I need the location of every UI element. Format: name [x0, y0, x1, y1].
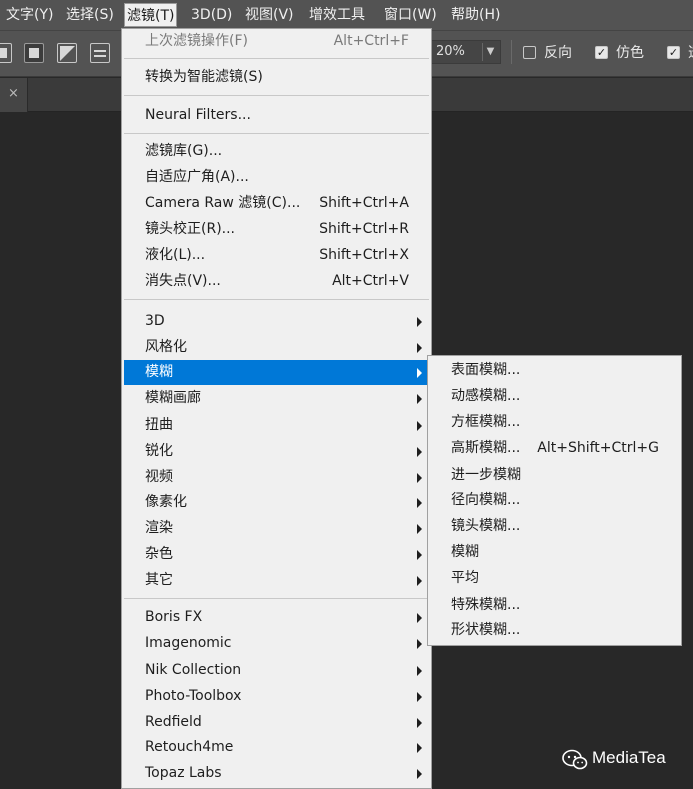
reverse-label: 反向	[544, 45, 572, 61]
selection-new-icon[interactable]	[0, 43, 12, 63]
menu-3d[interactable]: 3D(D)	[189, 3, 234, 27]
submenu-arrow-icon	[417, 498, 422, 508]
submenu-distort-item[interactable]: 扭曲	[124, 413, 429, 438]
submenu-arrow-icon	[417, 317, 422, 327]
zoom-value: 20%	[436, 44, 465, 59]
menu-view[interactable]: 视图(V)	[243, 3, 296, 27]
blur-item[interactable]: 模糊	[430, 540, 679, 565]
submenu-arrow-icon	[417, 769, 422, 779]
dither-label: 仿色	[616, 45, 644, 61]
submenu-blur-item[interactable]: 模糊	[124, 360, 429, 385]
submenu-arrow-icon	[417, 576, 422, 586]
plugin-imagenomic-item[interactable]: Imagenomic	[124, 631, 429, 656]
vanishing-point-item[interactable]: 消失点(V)... Alt+Ctrl+V	[124, 269, 429, 294]
smart-blur-item[interactable]: 特殊模糊...	[430, 593, 679, 618]
plugin-nik-collection-item[interactable]: Nik Collection	[124, 658, 429, 683]
dither-checkbox[interactable]: ✓	[595, 46, 608, 59]
submenu-arrow-icon	[417, 524, 422, 534]
menu-window[interactable]: 窗口(W)	[382, 3, 439, 27]
shape-blur-item[interactable]: 形状模糊...	[430, 618, 679, 643]
zoom-field[interactable]: 20% ▼	[431, 40, 501, 64]
liquify-item[interactable]: 液化(L)... Shift+Ctrl+X	[124, 243, 429, 268]
transparency-checkbox[interactable]: ✓	[667, 46, 680, 59]
convert-smart-filter-item[interactable]: 转换为智能滤镜(S)	[124, 65, 429, 90]
submenu-arrow-icon	[417, 692, 422, 702]
submenu-arrow-icon	[417, 743, 422, 753]
camera-raw-filter-item[interactable]: Camera Raw 滤镜(C)... Shift+Ctrl+A	[124, 191, 429, 216]
menu-select[interactable]: 选择(S)	[64, 3, 116, 27]
transparency-label: 透	[688, 42, 693, 62]
neural-filters-item[interactable]: Neural Filters...	[124, 103, 429, 128]
submenu-3d-item[interactable]: 3D	[124, 309, 429, 334]
plugin-retouch4me-item[interactable]: Retouch4me	[124, 735, 429, 760]
menu-separator	[124, 299, 429, 300]
average-item[interactable]: 平均	[430, 566, 679, 591]
close-icon[interactable]: ×	[0, 78, 28, 112]
submenu-noise-item[interactable]: 杂色	[124, 542, 429, 567]
menu-filter[interactable]: 滤镜(T)	[124, 3, 178, 27]
menu-help[interactable]: 帮助(H)	[449, 3, 502, 27]
lens-correction-item[interactable]: 镜头校正(R)... Shift+Ctrl+R	[124, 217, 429, 242]
submenu-blur-gallery-item[interactable]: 模糊画廊	[124, 386, 429, 411]
menu-text[interactable]: 文字(Y)	[4, 3, 55, 27]
submenu-other-item[interactable]: 其它	[124, 568, 429, 593]
menu-bar: 文字(Y) 选择(S) 滤镜(T) 3D(D) 视图(V) 增效工具 窗口(W)…	[0, 0, 693, 30]
options-divider	[511, 40, 512, 64]
selection-add-icon[interactable]	[24, 43, 44, 63]
submenu-video-item[interactable]: 视频	[124, 465, 429, 490]
plugin-topaz-labs-item[interactable]: Topaz Labs	[124, 761, 429, 786]
submenu-arrow-icon	[417, 613, 422, 623]
adaptive-wide-angle-item[interactable]: 自适应广角(A)...	[124, 165, 429, 190]
blur-submenu: 表面模糊... 动感模糊... 方框模糊... 高斯模糊... Alt+Shif…	[427, 355, 682, 646]
menu-plugins[interactable]: 增效工具	[307, 3, 367, 27]
chevron-down-icon[interactable]: ▼	[482, 43, 498, 61]
submenu-arrow-icon	[417, 666, 422, 676]
filter-gallery-item[interactable]: 滤镜库(G)...	[124, 139, 429, 164]
lens-blur-item[interactable]: 镜头模糊...	[430, 514, 679, 539]
submenu-arrow-icon	[417, 473, 422, 483]
submenu-arrow-icon	[417, 639, 422, 649]
submenu-render-item[interactable]: 渲染	[124, 516, 429, 541]
submenu-arrow-icon	[417, 421, 422, 431]
submenu-arrow-icon	[417, 718, 422, 728]
submenu-arrow-icon	[417, 447, 422, 457]
menu-separator	[124, 95, 429, 96]
submenu-stylize-item[interactable]: 风格化	[124, 335, 429, 360]
submenu-arrow-icon	[417, 550, 422, 560]
plugin-photo-toolbox-item[interactable]: Photo-Toolbox	[124, 684, 429, 709]
selection-subtract-icon[interactable]	[57, 43, 77, 63]
plugin-boris-fx-item[interactable]: Boris FX	[124, 605, 429, 630]
reverse-checkbox[interactable]	[523, 46, 536, 59]
filter-menu: 上次滤镜操作(F) Alt+Ctrl+F 转换为智能滤镜(S) Neural F…	[121, 28, 432, 789]
menu-separator	[124, 133, 429, 134]
blur-more-item[interactable]: 进一步模糊	[430, 463, 679, 488]
menu-separator	[124, 598, 429, 599]
radial-blur-item[interactable]: 径向模糊...	[430, 488, 679, 513]
submenu-arrow-icon	[417, 394, 422, 404]
surface-blur-item[interactable]: 表面模糊...	[430, 358, 679, 383]
selection-intersect-icon[interactable]	[90, 43, 110, 63]
box-blur-item[interactable]: 方框模糊...	[430, 410, 679, 435]
watermark-text: MediaTea	[592, 748, 666, 767]
motion-blur-item[interactable]: 动感模糊...	[430, 384, 679, 409]
last-filter-item: 上次滤镜操作(F) Alt+Ctrl+F	[145, 33, 409, 49]
submenu-sharpen-item[interactable]: 锐化	[124, 439, 429, 464]
submenu-pixelate-item[interactable]: 像素化	[124, 490, 429, 515]
submenu-arrow-icon	[417, 343, 422, 353]
submenu-arrow-icon	[417, 368, 422, 378]
plugin-redfield-item[interactable]: Redfield	[124, 710, 429, 735]
wechat-icon	[562, 749, 588, 770]
menu-separator	[124, 58, 429, 59]
gaussian-blur-item[interactable]: 高斯模糊... Alt+Shift+Ctrl+G	[430, 436, 679, 461]
